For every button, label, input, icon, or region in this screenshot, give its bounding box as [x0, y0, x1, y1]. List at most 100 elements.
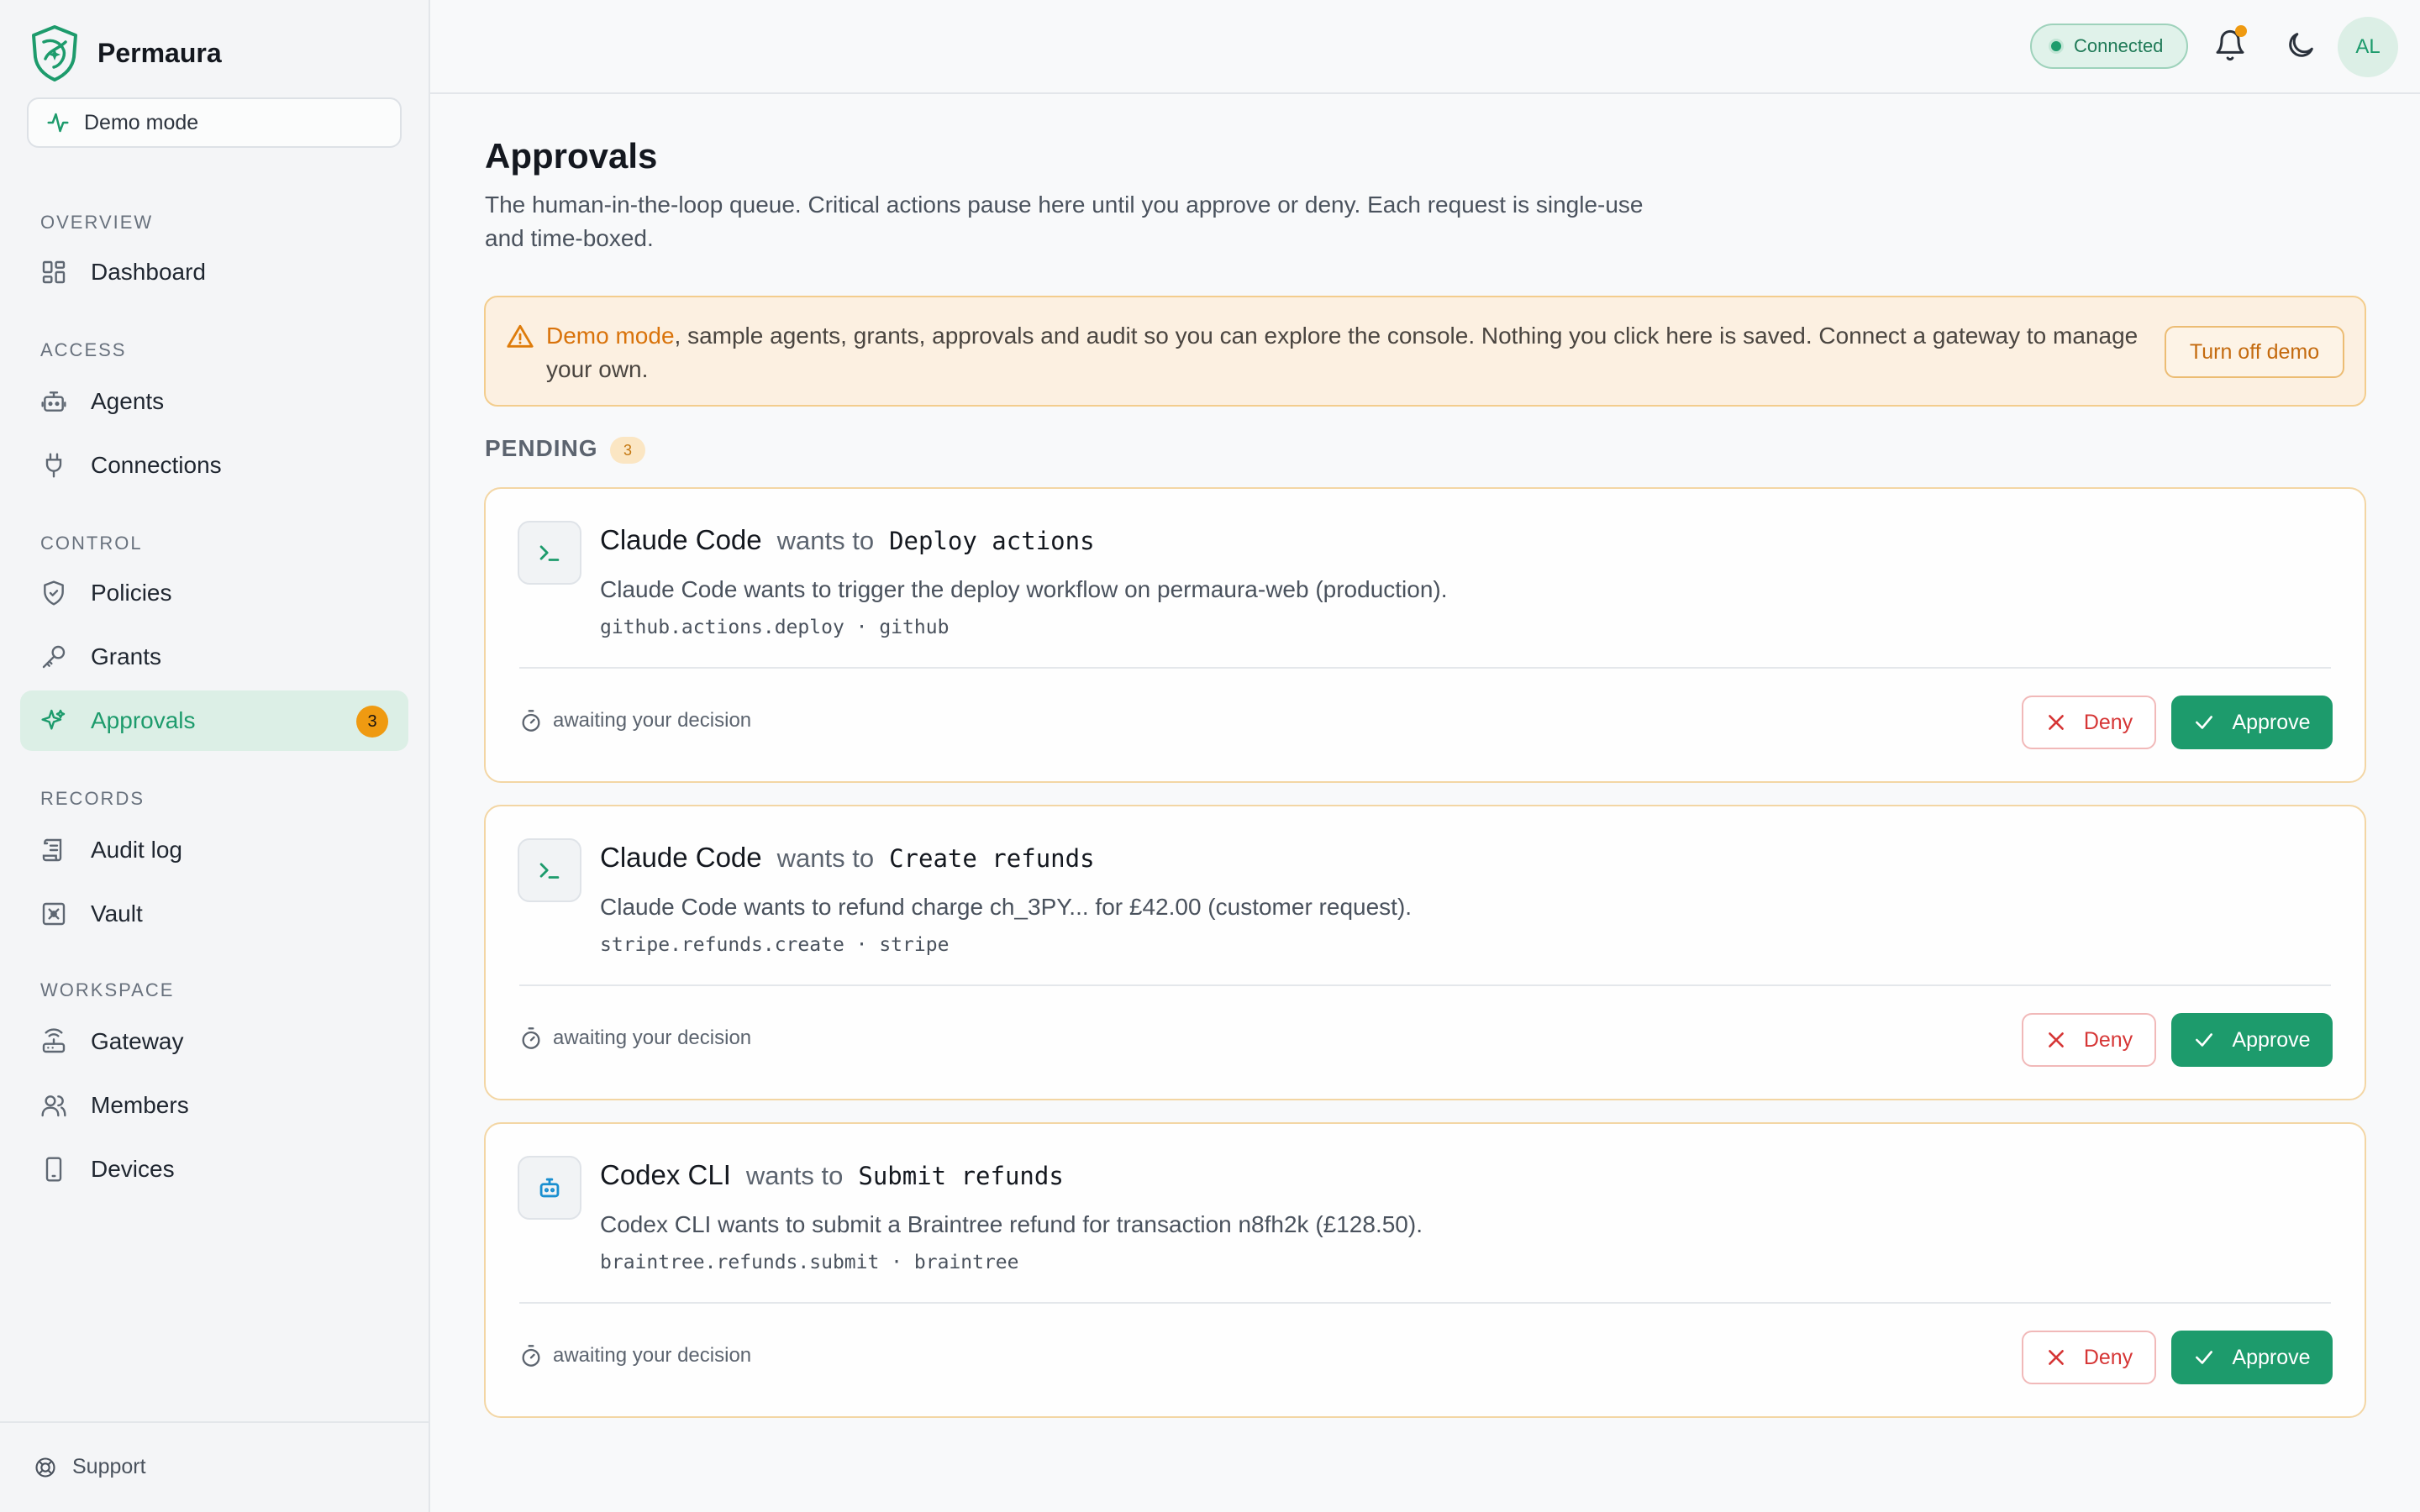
- sidebar: Permaura Demo mode OVERVIEW Dashboard AC…: [0, 0, 430, 1512]
- connection-status-badge: Connected: [2030, 24, 2188, 69]
- sidebar-item-label: Agents: [91, 388, 165, 414]
- agent-name: Claude Code: [600, 842, 762, 873]
- sidebar-item-devices[interactable]: Devices: [20, 1139, 408, 1200]
- pending-count-badge: 3: [610, 437, 645, 464]
- wants-to-label: wants to: [776, 843, 875, 873]
- router-icon: [42, 1028, 66, 1053]
- sidebar-item-label: Audit log: [91, 837, 182, 863]
- sidebar-item-gateway[interactable]: Gateway: [20, 1011, 408, 1072]
- demo-mode-banner: Demo mode, sample agents, grants, approv…: [484, 296, 2366, 407]
- request-description: Claude Code wants to refund charge ch_3P…: [600, 894, 1413, 920]
- status-text: awaiting your decision: [553, 1344, 752, 1367]
- users-icon: [41, 1095, 66, 1117]
- deny-label: Deny: [2083, 710, 2133, 734]
- request-status: awaiting your decision: [519, 1026, 751, 1050]
- approve-label: Approve: [2232, 1027, 2311, 1052]
- deny-label: Deny: [2083, 1345, 2133, 1369]
- check-icon: [2196, 1033, 2213, 1047]
- nav-section-workspace: WORKSPACE: [40, 979, 175, 1000]
- divider: [519, 667, 2331, 669]
- wants-to-label: wants to: [776, 526, 875, 555]
- banner-strong-text: Demo mode: [546, 323, 675, 349]
- status-text: awaiting your decision: [553, 1026, 752, 1049]
- sidebar-item-vault[interactable]: Vault: [20, 884, 408, 944]
- approve-label: Approve: [2232, 1345, 2311, 1369]
- dashboard-icon: [42, 260, 66, 284]
- brand[interactable]: Permaura: [27, 24, 222, 82]
- request-scope: stripe.refunds.create · stripe: [600, 934, 950, 956]
- request-description: Codex CLI wants to submit a Braintree re…: [600, 1211, 1423, 1237]
- status-text: awaiting your decision: [553, 709, 752, 732]
- shield-logo-icon: [32, 25, 77, 81]
- activity-icon: [47, 113, 69, 133]
- timer-icon: [522, 710, 540, 732]
- brand-name: Permaura: [97, 37, 222, 68]
- nav-section-control: CONTROL: [40, 533, 143, 554]
- sidebar-item-audit-log[interactable]: Audit log: [20, 820, 408, 880]
- banner-message: Demo mode, sample agents, grants, approv…: [546, 319, 2143, 386]
- approval-request-card: Claude Code wants to Create refunds Clau…: [484, 805, 2366, 1100]
- deny-label: Deny: [2083, 1027, 2133, 1052]
- deny-button[interactable]: Deny: [2022, 1013, 2156, 1067]
- approve-label: Approve: [2232, 710, 2311, 734]
- sidebar-item-label: Dashboard: [91, 259, 206, 285]
- connection-status-label: Connected: [2074, 35, 2164, 56]
- approve-button[interactable]: Approve: [2171, 1331, 2333, 1384]
- banner-body-text: , sample agents, grants, approvals and a…: [546, 323, 2139, 382]
- divider: [519, 984, 2331, 986]
- wants-to-label: wants to: [745, 1161, 844, 1190]
- vault-icon: [42, 902, 66, 926]
- approvals-count-badge: 3: [356, 706, 388, 738]
- shield-check-icon: [44, 580, 64, 606]
- request-description: Claude Code wants to trigger the deploy …: [600, 576, 1448, 602]
- request-status: awaiting your decision: [519, 1344, 751, 1368]
- timer-icon: [522, 1345, 540, 1367]
- deny-button[interactable]: Deny: [2022, 696, 2156, 749]
- terminal-icon: [539, 545, 560, 561]
- request-status: awaiting your decision: [519, 709, 751, 732]
- close-icon: [2048, 1032, 2064, 1047]
- page-description: The human-in-the-loop queue. Critical ac…: [485, 192, 1644, 251]
- approve-button[interactable]: Approve: [2171, 696, 2333, 749]
- support-label: Support: [72, 1455, 146, 1478]
- timer-icon: [522, 1027, 540, 1049]
- avatar[interactable]: AL: [2338, 17, 2398, 77]
- bot-icon: [539, 1178, 560, 1198]
- support-link[interactable]: Support: [34, 1455, 146, 1479]
- sidebar-item-grants[interactable]: Grants: [20, 627, 408, 687]
- sidebar-footer: Support: [0, 1421, 429, 1512]
- approve-button[interactable]: Approve: [2171, 1013, 2333, 1067]
- sidebar-item-connections[interactable]: Connections: [20, 435, 408, 496]
- request-heading: Codex CLI wants to Submit refunds: [600, 1159, 1064, 1191]
- turn-off-demo-button[interactable]: Turn off demo: [2165, 326, 2344, 378]
- sidebar-item-label: Devices: [91, 1156, 175, 1182]
- request-heading: Claude Code wants to Create refunds: [600, 842, 1095, 874]
- close-icon: [2048, 715, 2064, 730]
- page-title: Approvals: [485, 136, 658, 176]
- key-icon: [42, 645, 66, 669]
- nav-section-records: RECORDS: [40, 788, 145, 809]
- nav-section-overview: OVERVIEW: [40, 212, 154, 233]
- check-icon: [2196, 1351, 2213, 1364]
- sidebar-item-approvals[interactable]: Approvals 3: [20, 690, 408, 751]
- sidebar-item-label: Grants: [91, 643, 162, 669]
- sidebar-item-policies[interactable]: Policies: [20, 563, 408, 623]
- warning-icon: [507, 324, 534, 348]
- agent-avatar: [518, 838, 581, 902]
- agent-avatar: [518, 1156, 581, 1220]
- sidebar-item-members[interactable]: Members: [20, 1075, 408, 1136]
- sidebar-item-dashboard[interactable]: Dashboard: [20, 242, 408, 302]
- action-name: Deploy actions: [889, 527, 1095, 555]
- smartphone-icon: [45, 1157, 62, 1182]
- sidebar-item-label: Vault: [91, 900, 143, 927]
- sidebar-item-label: Members: [91, 1092, 189, 1118]
- sidebar-item-agents[interactable]: Agents: [20, 371, 408, 432]
- nav-section-access: ACCESS: [40, 339, 127, 360]
- life-buoy-icon: [35, 1457, 55, 1478]
- demo-mode-pill[interactable]: Demo mode: [27, 97, 402, 148]
- agent-name: Claude Code: [600, 524, 762, 555]
- deny-button[interactable]: Deny: [2022, 1331, 2156, 1384]
- action-name: Submit refunds: [858, 1162, 1064, 1190]
- moon-icon[interactable]: [2284, 29, 2317, 62]
- bot-icon: [41, 391, 66, 412]
